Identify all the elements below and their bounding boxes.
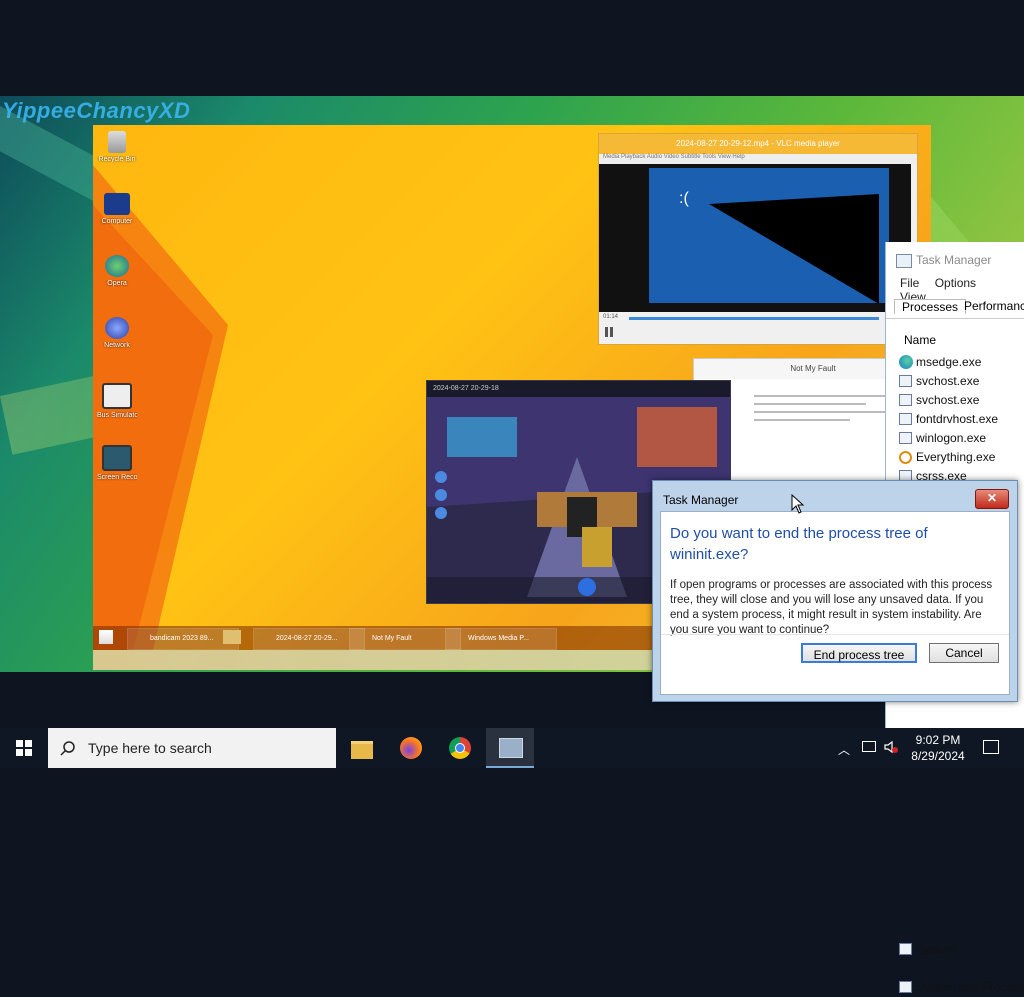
- task-manager-icon: [896, 254, 912, 268]
- chevron-up-icon[interactable]: ︿: [838, 741, 850, 758]
- process-row[interactable]: System: [886, 940, 1024, 959]
- task-manager-menu: File Options View: [886, 276, 1024, 304]
- process-row[interactable]: svchost.exe: [886, 391, 1024, 410]
- taskbar-app-explorer[interactable]: [338, 728, 386, 768]
- process-name: svchost.exe: [916, 393, 980, 407]
- start-button[interactable]: [0, 728, 48, 768]
- pause-icon[interactable]: [605, 327, 613, 337]
- close-icon: ✕: [986, 491, 998, 505]
- screen-icon: [102, 445, 132, 471]
- process-name: svchost.exe: [916, 374, 980, 388]
- process-row[interactable]: fontdrvhost.exe: [886, 410, 1024, 429]
- vlc-controls[interactable]: 01:14: [599, 314, 917, 344]
- desktop-icon-network[interactable]: Network: [97, 317, 137, 349]
- clock-date: 8/29/2024: [911, 749, 965, 763]
- process-icon: [899, 375, 912, 387]
- volume-muted-icon[interactable]: [884, 740, 898, 754]
- clock[interactable]: 9:02 PM 8/29/2024: [906, 732, 970, 764]
- search-placeholder: Type here to search: [88, 740, 212, 756]
- watermark-text: YippeeChancyXD: [2, 98, 191, 123]
- task-manager-icon: [499, 738, 523, 758]
- clock-time: 9:02 PM: [915, 733, 961, 747]
- process-name: System Idle Process: [916, 980, 1024, 994]
- search-icon: [899, 451, 912, 464]
- desktop-icon-label: Network: [104, 342, 130, 349]
- dialog-title: Task Manager: [663, 493, 739, 507]
- tab-performance[interactable]: Performance: [964, 299, 1024, 313]
- process-icon: [899, 943, 912, 955]
- end-process-tree-button[interactable]: End process tree: [801, 643, 917, 663]
- vlc-video: :(: [599, 164, 911, 312]
- inner-taskbar-item[interactable]: Windows Media P...: [445, 628, 557, 650]
- close-button[interactable]: ✕: [975, 489, 1009, 509]
- desktop-icon-browser[interactable]: Opera: [97, 255, 137, 287]
- mouse-cursor-icon: [791, 494, 805, 514]
- folder-icon[interactable]: [223, 630, 241, 644]
- search-icon: [60, 741, 75, 756]
- file-explorer-icon: [351, 741, 373, 759]
- desktop-icon-label: Computer: [101, 218, 133, 225]
- process-row[interactable]: System Idle Process: [886, 978, 1024, 997]
- vlc-time: 01:14: [603, 314, 619, 320]
- search-box[interactable]: Type here to search: [48, 728, 336, 768]
- process-name: System: [916, 942, 957, 956]
- media-player-title: 2024-08-27 20-29-18: [433, 385, 499, 392]
- desktop-icon-label: Screen Recorder: [97, 474, 137, 481]
- black-triangle-overlay: [709, 194, 879, 304]
- taskbar-app-chrome[interactable]: [436, 728, 484, 768]
- taskbar-app-task-manager[interactable]: [486, 728, 534, 768]
- desktop-icon-label: Recycle Bin: [98, 156, 136, 163]
- dialog-heading: Do you want to end the process tree of w…: [670, 525, 928, 563]
- desktop-icon-label: Bus Simulator: [97, 412, 137, 419]
- process-row[interactable]: msedge.exe: [886, 353, 1024, 372]
- process-row[interactable]: Everything.exe: [886, 448, 1024, 467]
- desktop-icon-computer[interactable]: Computer: [97, 193, 137, 225]
- edge-icon: [899, 355, 913, 369]
- process-icon: [899, 432, 912, 444]
- desktop-icon-recycle-bin[interactable]: Recycle Bin: [97, 131, 137, 163]
- bus-icon: [102, 383, 132, 409]
- process-icon: [899, 413, 912, 425]
- process-row[interactable]: winlogon.exe: [886, 429, 1024, 448]
- task-manager-tabs: Processes Performance: [886, 296, 1024, 319]
- network-icon: [105, 317, 129, 339]
- tab-processes[interactable]: Processes: [894, 299, 967, 314]
- vlc-menu[interactable]: Media Playback Audio Video Subtitle Tool…: [599, 154, 917, 164]
- notification-center-icon[interactable]: [983, 740, 999, 754]
- vlc-window[interactable]: 2024-08-27 20-29-12.mp4 - VLC media play…: [598, 133, 918, 345]
- process-name: winlogon.exe: [916, 431, 987, 445]
- vlc-seekbar[interactable]: [629, 317, 879, 320]
- process-icon: [899, 981, 912, 993]
- vlc-title: 2024-08-27 20-29-12.mp4 - VLC media play…: [599, 134, 917, 154]
- taskbar-app-firefox[interactable]: [387, 728, 435, 768]
- network-icon[interactable]: [862, 741, 876, 752]
- process-icon: [899, 394, 912, 406]
- desktop-icon-bus[interactable]: Bus Simulator: [97, 383, 137, 419]
- desktop-icon-screen[interactable]: Screen Recorder: [97, 445, 137, 481]
- chrome-icon: [449, 737, 471, 759]
- process-name: fontdrvhost.exe: [916, 412, 999, 426]
- process-name: Everything.exe: [916, 450, 996, 464]
- menu-options[interactable]: Options: [935, 276, 976, 290]
- dialog-divider: [661, 634, 1009, 635]
- dialog-body: Do you want to end the process tree of w…: [660, 511, 1010, 695]
- menu-file[interactable]: File: [900, 276, 919, 290]
- process-row[interactable]: svchost.exe: [886, 372, 1024, 391]
- taskbar: Type here to search ︿ 9:02 PM 8/29/2024: [0, 728, 1024, 768]
- process-name: msedge.exe: [916, 355, 982, 369]
- dialog-message: If open programs or processes are associ…: [670, 579, 993, 636]
- end-process-dialog[interactable]: Task Manager ✕ Do you want to end the pr…: [652, 480, 1018, 702]
- inner-start-icon[interactable]: [99, 630, 113, 644]
- browser-icon: [105, 255, 129, 277]
- desktop-icon-label: Opera: [107, 280, 127, 287]
- computer-icon: [104, 193, 130, 215]
- recycle-bin-icon: [108, 131, 126, 153]
- cancel-button[interactable]: Cancel: [929, 643, 999, 663]
- firefox-icon: [400, 737, 422, 759]
- column-name-header[interactable]: Name: [886, 333, 1024, 353]
- windows-logo-icon: [16, 740, 32, 756]
